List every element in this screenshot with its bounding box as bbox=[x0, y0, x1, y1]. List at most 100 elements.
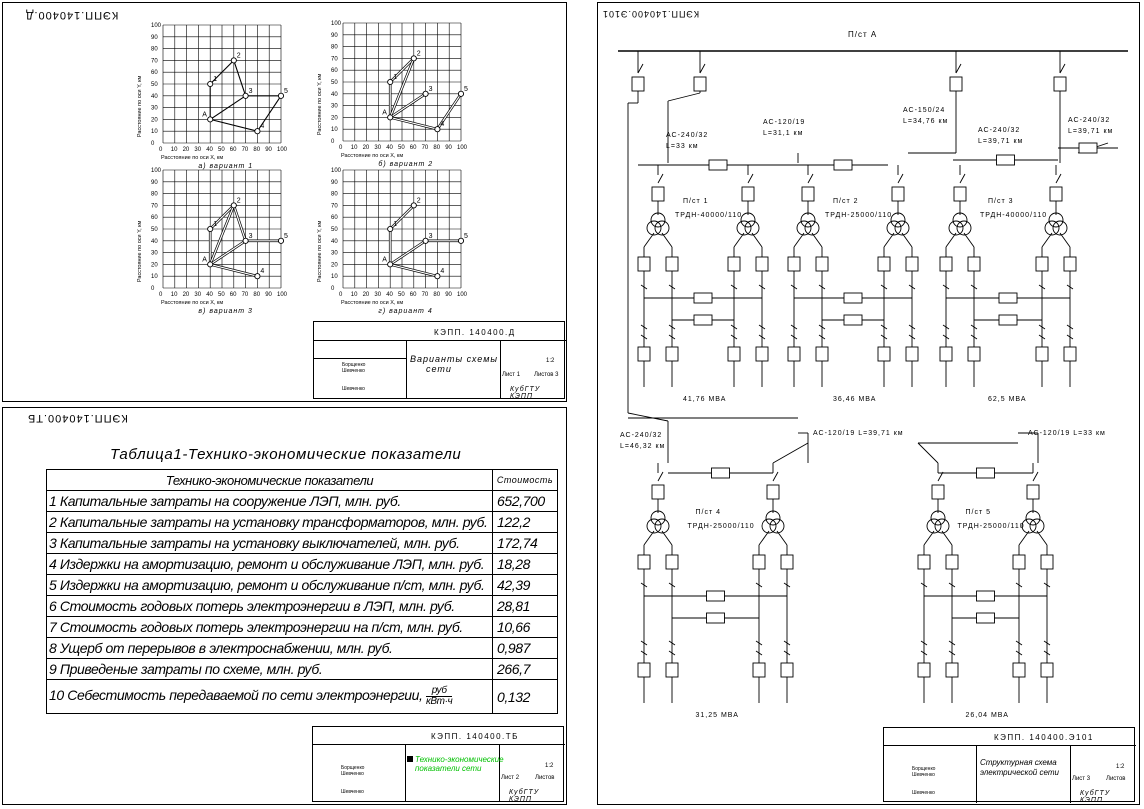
tick-label: 100 bbox=[277, 147, 288, 153]
tick-label: 100 bbox=[331, 21, 342, 27]
lv-breaker bbox=[905, 256, 919, 272]
tick-label: 50 bbox=[151, 82, 158, 88]
stamp-person-2: Шевченко bbox=[342, 368, 365, 374]
tick-label: 70 bbox=[151, 58, 158, 64]
transformer-winding bbox=[956, 220, 972, 236]
transformer-winding bbox=[952, 212, 968, 228]
lv-breaker bbox=[637, 346, 651, 362]
table-row: 9 Приведеные затраты по схеме, млн. руб.… bbox=[46, 658, 558, 680]
tick-label: 0 bbox=[339, 292, 343, 298]
lv-breaker bbox=[815, 256, 829, 272]
plot-caption: в) вариант 3 bbox=[198, 308, 253, 315]
stamp-sheets: Листов 3 bbox=[534, 372, 559, 378]
tick-label: 100 bbox=[151, 23, 162, 29]
stamp-scale: 1:2 bbox=[1116, 764, 1125, 770]
tick-label: 40 bbox=[206, 147, 213, 153]
table-row: 10 Себестимость передаваемой по сети эле… bbox=[46, 679, 558, 714]
transformer-winding bbox=[1048, 212, 1064, 228]
tick-label: 30 bbox=[331, 251, 338, 257]
y-axis-label: Расстояние по оси Y, км bbox=[137, 75, 143, 137]
section-breaker bbox=[706, 590, 725, 602]
tick-label: 50 bbox=[398, 145, 405, 151]
tick-label: 0 bbox=[339, 145, 343, 151]
line-label: АС-240/32 bbox=[620, 432, 662, 439]
lv-breaker bbox=[917, 662, 931, 678]
tick-label: 80 bbox=[253, 292, 260, 298]
node-label: 2 bbox=[237, 197, 241, 204]
tick-label: 0 bbox=[159, 147, 163, 153]
transformer-winding bbox=[646, 518, 662, 534]
tick-label: 100 bbox=[457, 145, 468, 151]
plot-caption: б) вариант 2 bbox=[378, 160, 433, 168]
wire bbox=[667, 92, 701, 102]
network-node bbox=[422, 90, 429, 97]
title-block-variants: КЭПП. 140400.Д Варианты схемы сети 1:2 Л… bbox=[313, 321, 566, 400]
section-breaker bbox=[976, 612, 995, 624]
tick-label: 10 bbox=[331, 274, 338, 280]
tick-label: 10 bbox=[331, 127, 338, 133]
transformer-winding bbox=[654, 220, 670, 236]
section-breaker bbox=[843, 292, 863, 304]
tech-econ-table: Технико-экономические показатели Стоимос… bbox=[46, 469, 558, 714]
tick-label: 100 bbox=[151, 168, 162, 174]
sheet-scheme: КЭПП.140400.Э101 П/ст А АС-240/32 L=33 км А… bbox=[597, 2, 1140, 805]
network-node bbox=[457, 90, 465, 97]
tick-label: 30 bbox=[194, 292, 201, 298]
stamp-code: КЭПП. 140400.Э101 bbox=[994, 733, 1094, 742]
tick-label: 0 bbox=[159, 292, 163, 298]
tick-label: 60 bbox=[410, 145, 417, 151]
x-axis-label: Расстояние по оси X, км bbox=[161, 155, 223, 161]
stamp-sheets: Листов bbox=[1106, 776, 1126, 782]
table-row: 2 Капитальные затраты на установку транс… bbox=[46, 511, 558, 533]
tick-label: 80 bbox=[331, 192, 338, 198]
network-node bbox=[422, 237, 429, 244]
section-breaker bbox=[708, 159, 728, 171]
node-label: 4 bbox=[440, 121, 444, 128]
tick-label: 30 bbox=[151, 251, 158, 257]
lv-breaker bbox=[665, 256, 679, 272]
transformer-winding bbox=[736, 220, 752, 236]
network-node bbox=[434, 273, 441, 280]
lv-breaker bbox=[917, 554, 931, 570]
tick-label: 40 bbox=[206, 292, 213, 298]
table-row: 8 Ущерб от перерывов в электроснабжении,… bbox=[46, 637, 558, 659]
lv-breaker bbox=[877, 256, 891, 272]
node-label: 2 bbox=[237, 52, 241, 59]
tick-label: 50 bbox=[218, 147, 225, 153]
tick-label: 0 bbox=[151, 141, 155, 147]
transformer-winding bbox=[930, 510, 946, 526]
tick-label: 90 bbox=[445, 145, 452, 151]
section-breaker bbox=[843, 314, 863, 326]
lv-breaker bbox=[665, 346, 679, 362]
transformer-winding bbox=[934, 518, 950, 534]
lv-breaker bbox=[945, 554, 959, 570]
transformer-type: ТРДН-25000/110 bbox=[688, 523, 755, 530]
tick-label: 50 bbox=[331, 80, 338, 86]
wire bbox=[1059, 232, 1071, 248]
stamp-person-2: Шевченко bbox=[912, 772, 935, 778]
wire bbox=[643, 530, 655, 546]
network-node bbox=[207, 225, 214, 233]
tick-label: 70 bbox=[331, 203, 338, 209]
transformer-winding bbox=[890, 212, 906, 228]
section-breaker bbox=[833, 159, 853, 171]
transformer-type: ТРДН-25000/110 bbox=[825, 212, 892, 219]
lv-breaker bbox=[905, 346, 919, 362]
load-label: 62,5 МВА bbox=[988, 396, 1027, 403]
tick-label: 50 bbox=[218, 292, 225, 298]
network-node bbox=[277, 237, 285, 244]
line-label: АС-240/32 bbox=[666, 132, 708, 139]
node-label: 5 bbox=[464, 233, 468, 240]
section-breaker bbox=[1078, 142, 1098, 154]
tick-label: 40 bbox=[386, 145, 393, 151]
disconnector bbox=[657, 471, 664, 482]
title-block-table: КЭПП. 140400.ТБ Технико-экономические по… bbox=[312, 726, 565, 803]
tick-label: 60 bbox=[331, 215, 338, 221]
tick-label: 80 bbox=[151, 192, 158, 198]
transformer-winding bbox=[894, 220, 910, 236]
table-row: 5 Издержки на амортизацию, ремонт и обсл… bbox=[46, 574, 558, 596]
load-label: 36,46 МВА bbox=[833, 396, 876, 403]
node-label: 5 bbox=[284, 233, 288, 240]
stamp-title-1: Технико-экономические bbox=[415, 755, 504, 764]
transformer-winding bbox=[804, 220, 820, 236]
